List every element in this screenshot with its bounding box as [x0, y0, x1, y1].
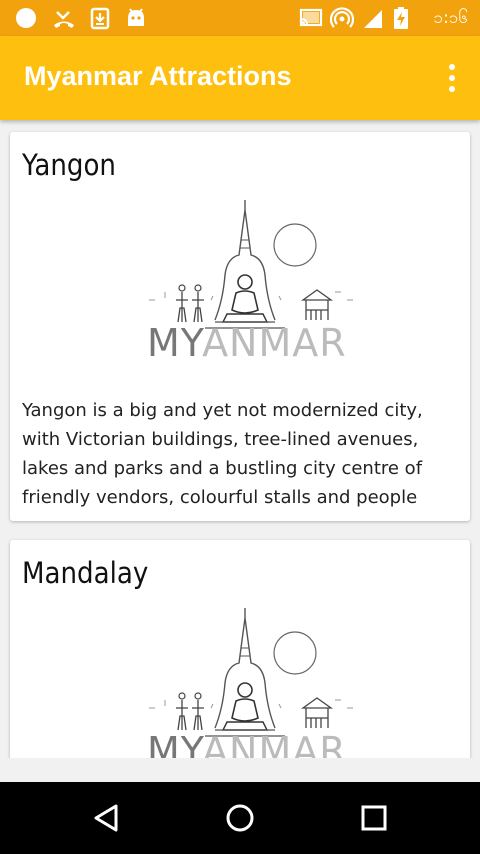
myanmar-logo-image: MYANMAR	[147, 200, 353, 365]
navigation-bar	[0, 782, 480, 854]
recents-icon[interactable]	[356, 800, 392, 836]
download-icon	[90, 7, 110, 30]
missed-call-icon	[54, 11, 74, 28]
myanmar-logo-image: MYANMAR	[147, 608, 353, 758]
signal-icon	[364, 10, 382, 28]
hotspot-icon	[330, 7, 354, 28]
attraction-card[interactable]: Yangon MYANMAR Yangon is a big and yet n…	[10, 132, 470, 521]
status-bar: ၁:၁၆	[0, 0, 480, 36]
attraction-list[interactable]: Yangon MYANMAR Yangon is a big and yet n…	[0, 120, 480, 758]
home-icon[interactable]	[222, 800, 258, 836]
card-title: Mandalay	[22, 556, 149, 590]
attraction-card[interactable]: Mandalay MYANMAR	[10, 540, 470, 758]
clock: ၁:၁၆	[433, 8, 468, 28]
cast-icon	[299, 8, 323, 27]
card-title: Yangon	[22, 148, 116, 182]
app-bar: Myanmar Attractions	[0, 36, 480, 120]
bottom-spacer	[0, 758, 480, 782]
more-vert-icon[interactable]	[442, 60, 462, 96]
circle-notification-icon	[16, 8, 36, 28]
battery-charging-icon	[394, 7, 408, 29]
android-icon	[128, 8, 144, 26]
back-icon[interactable]	[88, 800, 124, 836]
app-title: Myanmar Attractions	[24, 61, 292, 91]
svg-text:MYANMAR: MYANMAR	[147, 321, 347, 365]
svg-text:MYANMAR: MYANMAR	[147, 729, 347, 758]
card-description: Yangon is a big and yet not modernized c…	[22, 400, 423, 508]
